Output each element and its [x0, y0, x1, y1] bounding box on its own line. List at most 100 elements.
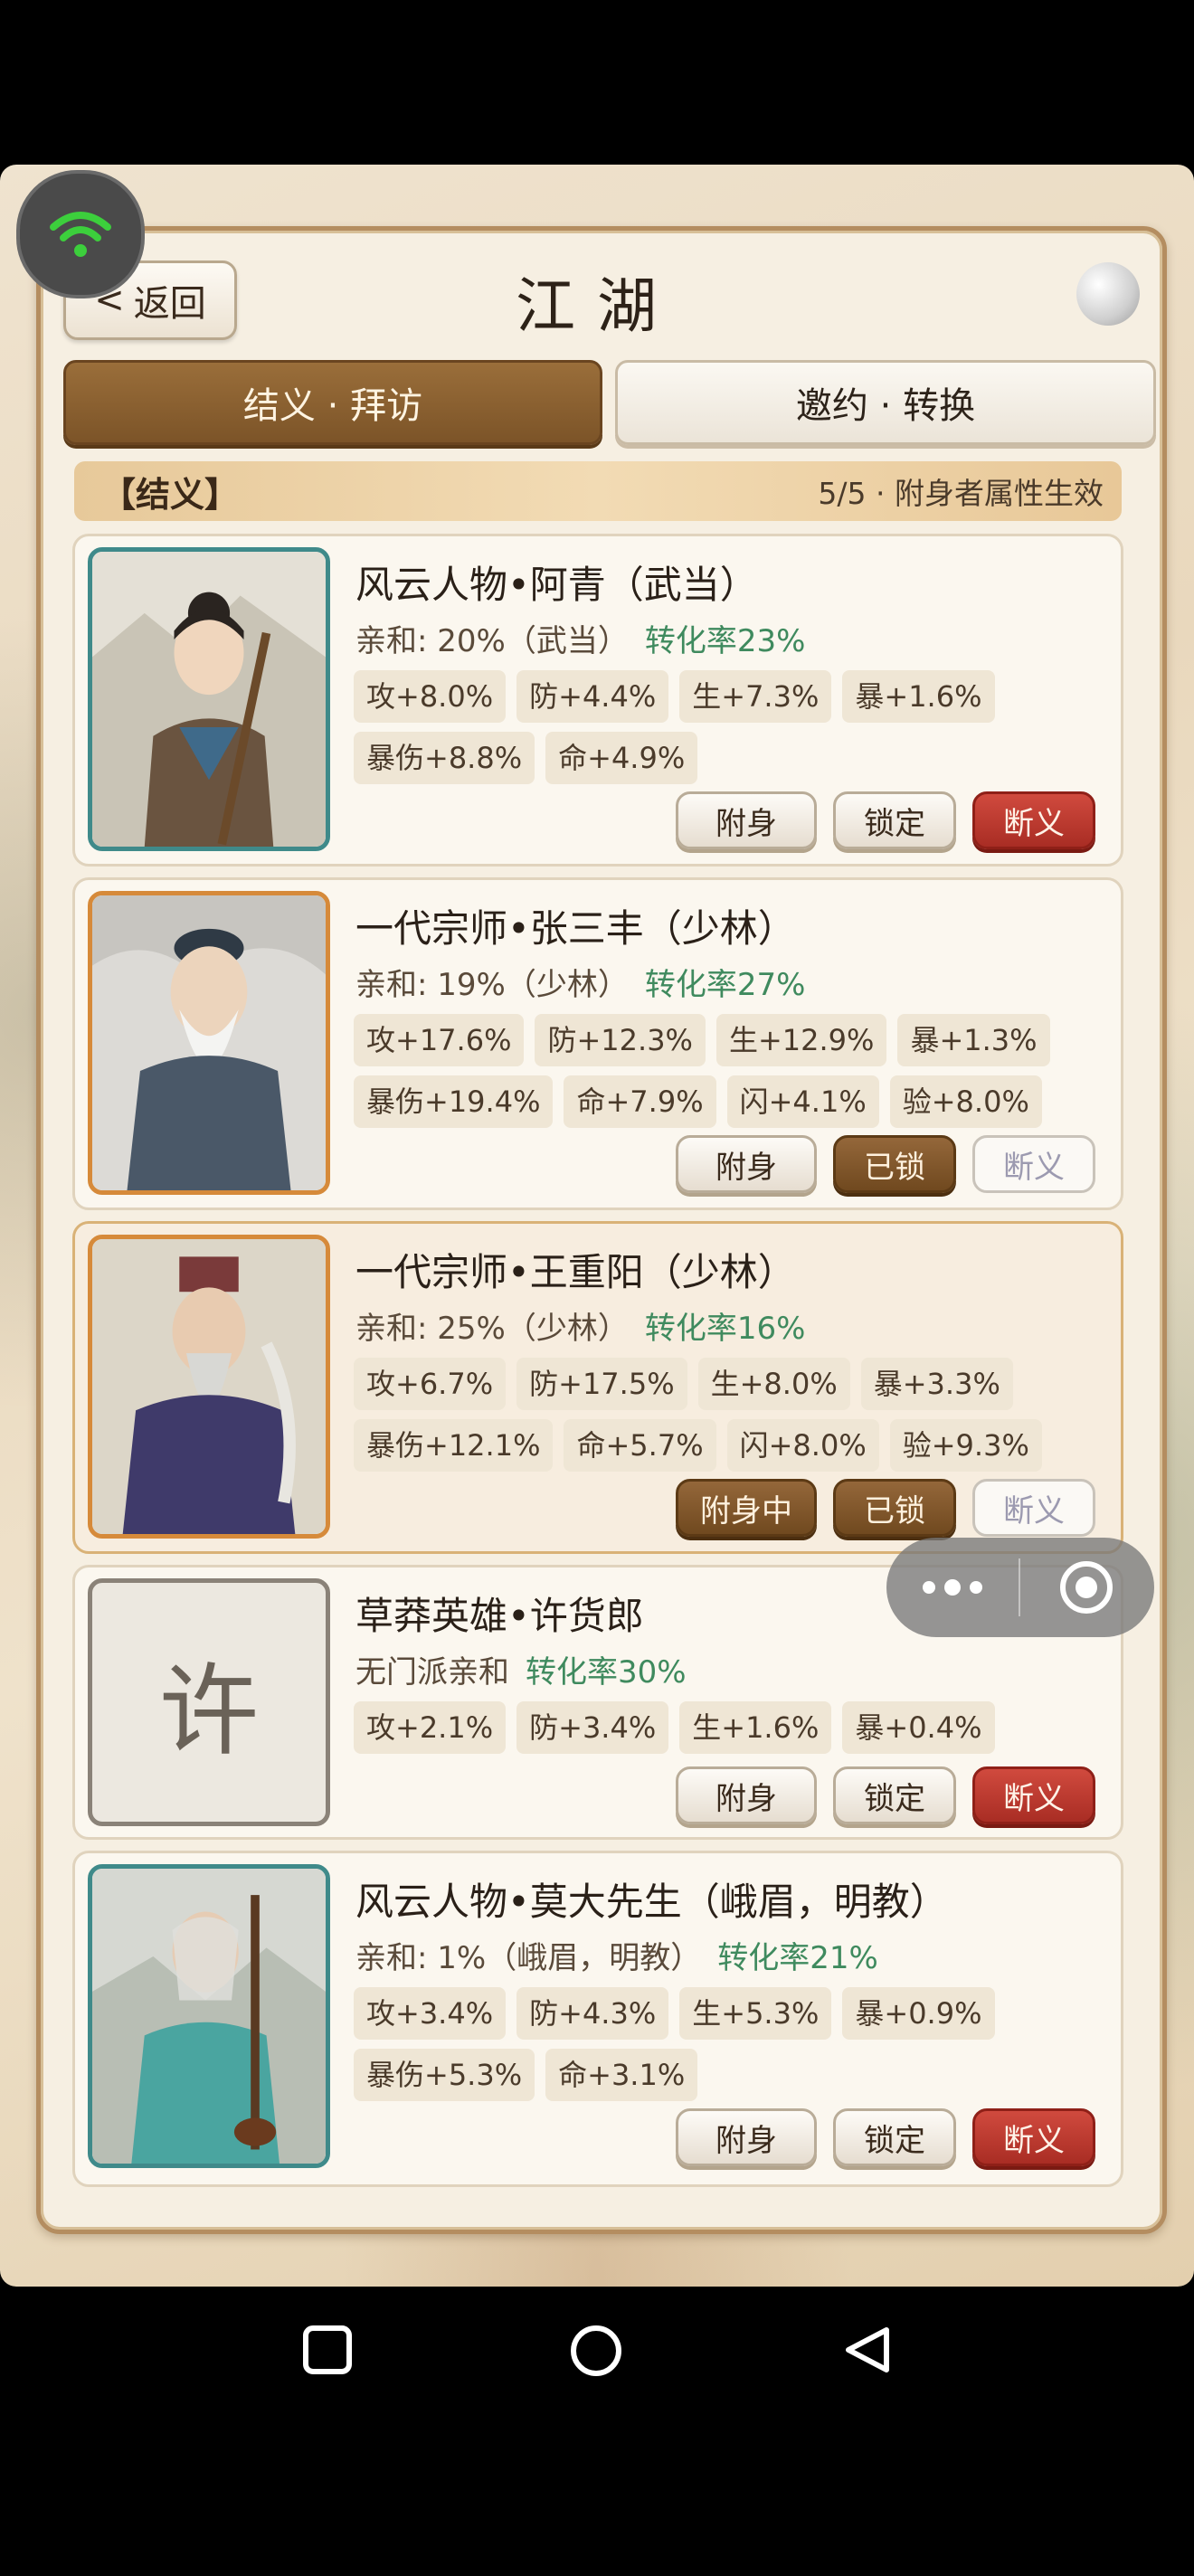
stat-chip: 闪+4.1%	[726, 1075, 879, 1128]
companion-name: 一代宗师•王重阳（少林）	[355, 1250, 796, 1294]
stat-chip: 生+8.0%	[697, 1358, 850, 1410]
portrait-aqing	[88, 547, 330, 851]
lock-button[interactable]: 锁定	[833, 1766, 956, 1824]
scroll-ornament	[1076, 262, 1140, 326]
possessing-button[interactable]: 附身中	[676, 1479, 817, 1537]
possess-button[interactable]: 附身	[676, 791, 817, 849]
action-buttons: 附身 已锁 断义	[676, 1135, 1095, 1193]
stat-chip: 攻+3.4%	[354, 1987, 507, 2040]
companion-name: 风云人物•莫大先生（峨眉，明教）	[355, 1880, 948, 1924]
companion-name: 一代宗师•张三丰（少林）	[355, 906, 796, 951]
affinity-text: 亲和: 19%（少林）	[355, 967, 629, 1003]
stat-chip: 暴伤+12.1%	[354, 1419, 554, 1472]
conversion-rate: 转化率21%	[717, 1940, 878, 1976]
wifi-indicator[interactable]	[16, 170, 145, 298]
break-bond-button[interactable]: 断义	[972, 791, 1095, 849]
stat-chip: 生+7.3%	[679, 670, 832, 723]
affinity-text: 亲和: 20%（武当）	[355, 623, 629, 659]
stat-chip: 验+8.0%	[889, 1075, 1042, 1128]
back-label: 返回	[133, 283, 206, 325]
affinity-text: 亲和: 1%（峨眉，明教）	[355, 1940, 702, 1976]
portrait-wangchongyang	[88, 1235, 330, 1539]
stat-chip: 防+4.3%	[516, 1987, 669, 2040]
conversion-rate: 转化率27%	[644, 967, 806, 1003]
stat-chip: 攻+8.0%	[354, 670, 507, 723]
lock-button[interactable]: 锁定	[833, 2108, 956, 2166]
stat-list: 攻+2.1% 防+3.4% 生+1.6% 暴+0.4%	[354, 1701, 1104, 1754]
affinity-row: 无门派亲和 转化率30%	[355, 1647, 687, 1691]
companion-name: 草莽英雄•许货郎	[355, 1594, 644, 1638]
stat-list: 攻+6.7% 防+17.5% 生+8.0% 暴+3.3% 暴伤+12.1% 命+…	[354, 1358, 1104, 1472]
stat-chip: 生+5.3%	[679, 1987, 832, 2040]
locked-button[interactable]: 已锁	[833, 1479, 956, 1537]
stat-chip: 防+17.5%	[516, 1358, 687, 1410]
stat-chip: 防+12.3%	[535, 1014, 706, 1066]
stat-chip: 暴+1.6%	[842, 670, 995, 723]
miniprogram-capsule	[886, 1538, 1154, 1637]
possess-button[interactable]: 附身	[676, 1135, 817, 1193]
conversion-rate: 转化率30%	[526, 1654, 687, 1690]
stat-chip: 闪+8.0%	[726, 1419, 879, 1472]
square-icon[interactable]	[302, 2325, 353, 2375]
stat-chip: 攻+6.7%	[354, 1358, 507, 1410]
stat-chip: 命+4.9%	[545, 732, 698, 784]
section-header: 【结义】 5/5 · 附身者属性生效	[74, 461, 1122, 521]
break-bond-button[interactable]: 断义	[972, 1766, 1095, 1824]
stat-list: 攻+17.6% 防+12.3% 生+12.9% 暴+1.3% 暴伤+19.4% …	[354, 1014, 1104, 1128]
action-buttons: 附身 锁定 断义	[676, 1766, 1095, 1824]
conversion-rate: 转化率23%	[644, 623, 806, 659]
portrait-placeholder: 许	[88, 1578, 330, 1826]
action-buttons: 附身中 已锁 断义	[676, 1479, 1095, 1537]
circle-icon[interactable]	[570, 2325, 622, 2377]
page-title: 江湖	[516, 271, 678, 341]
break-bond-button: 断义	[972, 1135, 1095, 1193]
possess-button[interactable]: 附身	[676, 1766, 817, 1824]
stat-chip: 攻+2.1%	[354, 1701, 507, 1754]
affinity-text: 亲和: 25%（少林）	[355, 1311, 629, 1347]
stat-list: 攻+8.0% 防+4.4% 生+7.3% 暴+1.6% 暴伤+8.8% 命+4.…	[354, 670, 1104, 784]
stat-chip: 生+12.9%	[715, 1014, 887, 1066]
conversion-rate: 转化率16%	[644, 1311, 806, 1347]
more-dots-icon[interactable]	[886, 1578, 1019, 1596]
section-status: 5/5 · 附身者属性生效	[818, 476, 1104, 511]
locked-button[interactable]: 已锁	[833, 1135, 956, 1193]
stat-chip: 暴+0.9%	[842, 1987, 995, 2040]
tab-sworn-visit[interactable]: 结义 · 拜访	[63, 360, 602, 445]
affinity-text: 无门派亲和	[355, 1654, 509, 1690]
stat-chip: 命+5.7%	[564, 1419, 716, 1472]
stat-chip: 生+1.6%	[679, 1701, 832, 1754]
affinity-row: 亲和: 1%（峨眉，明教） 转化率21%	[355, 1933, 878, 1977]
tab-invite-convert[interactable]: 邀约 · 转换	[615, 360, 1156, 445]
portrait-modaxiansheng	[88, 1864, 330, 2168]
stat-chip: 暴+1.3%	[897, 1014, 1050, 1066]
stat-chip: 命+7.9%	[564, 1075, 716, 1128]
wifi-icon	[50, 212, 111, 257]
stat-chip: 暴伤+8.8%	[354, 732, 535, 784]
possess-button[interactable]: 附身	[676, 2108, 817, 2166]
stat-chip: 验+9.3%	[889, 1419, 1042, 1472]
affinity-row: 亲和: 20%（武当） 转化率23%	[355, 616, 805, 660]
stat-chip: 命+3.1%	[545, 2049, 698, 2101]
affinity-row: 亲和: 25%（少林） 转化率16%	[355, 1303, 805, 1348]
companion-card-active: 一代宗师•王重阳（少林） 亲和: 25%（少林） 转化率16% 攻+6.7% 防+…	[72, 1221, 1123, 1554]
companion-name: 风云人物•阿青（武当）	[355, 563, 758, 607]
back-triangle-icon[interactable]	[843, 2325, 892, 2375]
break-bond-button: 断义	[972, 1479, 1095, 1537]
stat-chip: 暴伤+5.3%	[354, 2049, 535, 2101]
stat-chip: 攻+17.6%	[354, 1014, 525, 1066]
stat-chip: 防+4.4%	[516, 670, 669, 723]
portrait-zhangsanfeng	[88, 891, 330, 1195]
stat-chip: 防+3.4%	[516, 1701, 669, 1754]
stat-chip: 暴+3.3%	[860, 1358, 1013, 1410]
section-title: 【结义】	[101, 474, 240, 515]
break-bond-button[interactable]: 断义	[972, 2108, 1095, 2166]
companion-card: 风云人物•阿青（武当） 亲和: 20%（武当） 转化率23% 攻+8.0% 防+4…	[72, 534, 1123, 867]
affinity-row: 亲和: 19%（少林） 转化率27%	[355, 960, 805, 1004]
stat-chip: 暴伤+19.4%	[354, 1075, 554, 1128]
stat-list: 攻+3.4% 防+4.3% 生+5.3% 暴+0.9% 暴伤+5.3% 命+3.…	[354, 1987, 1104, 2101]
lock-button[interactable]: 锁定	[833, 791, 956, 849]
companion-card: 一代宗师•张三丰（少林） 亲和: 19%（少林） 转化率27% 攻+17.6% 防…	[72, 877, 1123, 1210]
placeholder-initial: 许	[159, 1653, 259, 1769]
action-buttons: 附身 锁定 断义	[676, 791, 1095, 849]
target-circle-icon[interactable]	[1020, 1559, 1152, 1615]
